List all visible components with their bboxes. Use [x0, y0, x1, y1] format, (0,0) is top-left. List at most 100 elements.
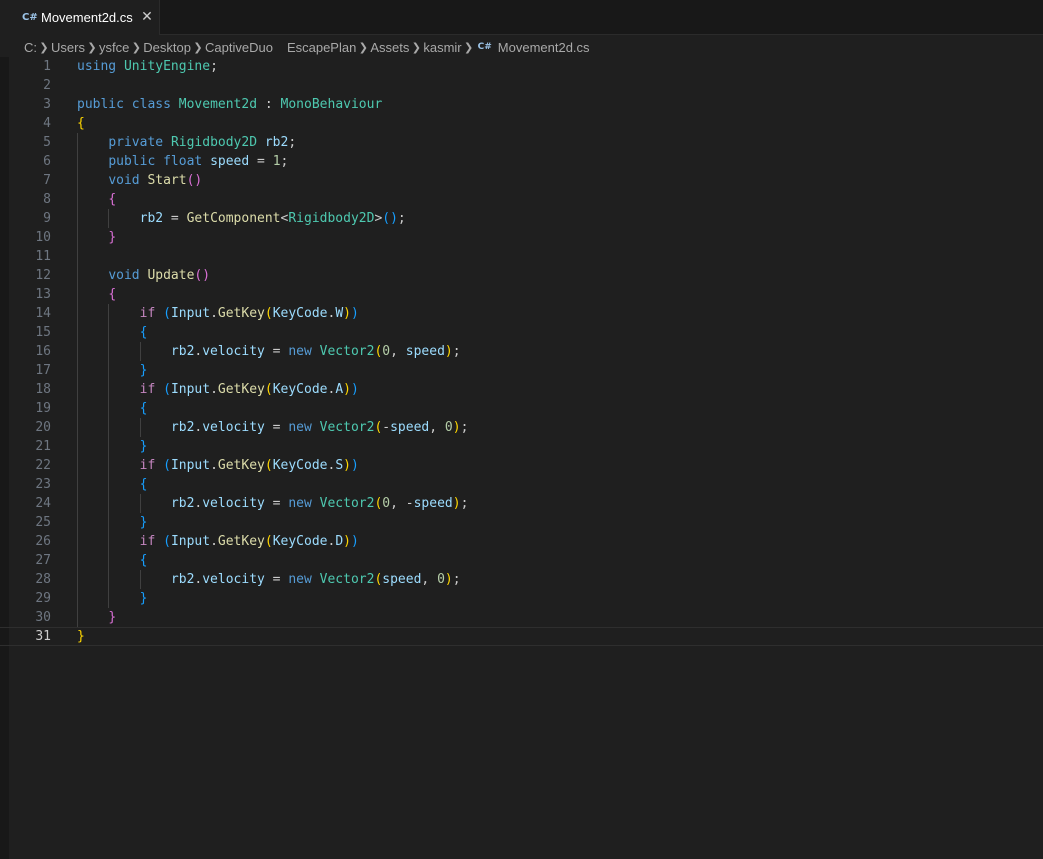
- code-line[interactable]: 11: [0, 247, 1043, 266]
- code-line[interactable]: 31}: [0, 627, 1043, 646]
- code-line[interactable]: 21 }: [0, 437, 1043, 456]
- code-line[interactable]: 19 {: [0, 399, 1043, 418]
- code-line[interactable]: 2: [0, 76, 1043, 95]
- code-line[interactable]: 7 void Start(): [0, 171, 1043, 190]
- code-text: public float speed = 1;: [108, 154, 289, 169]
- line-number: 15: [35, 325, 51, 340]
- code-line[interactable]: 20 rb2.velocity = new Vector2(-speed, 0)…: [0, 418, 1043, 437]
- code-text: }: [77, 629, 85, 644]
- line-number: 18: [35, 382, 51, 397]
- code-line[interactable]: 30 }: [0, 608, 1043, 627]
- code-line[interactable]: 5 private Rigidbody2D rb2;: [0, 133, 1043, 152]
- code-line[interactable]: 16 rb2.velocity = new Vector2(0, speed);: [0, 342, 1043, 361]
- code-line[interactable]: 10 }: [0, 228, 1043, 247]
- code-line[interactable]: 23 {: [0, 475, 1043, 494]
- line-number: 25: [35, 515, 51, 530]
- code-text: if (Input.GetKey(KeyCode.A)): [139, 382, 359, 397]
- code-text: {: [139, 325, 148, 340]
- code-text: }: [139, 591, 148, 606]
- code-line[interactable]: 26 if (Input.GetKey(KeyCode.D)): [0, 532, 1043, 551]
- line-number: 31: [35, 629, 51, 644]
- breadcrumb-file[interactable]: Movement2d.cs: [498, 40, 590, 55]
- code-text: if (Input.GetKey(KeyCode.S)): [139, 458, 359, 473]
- code-text: void Update(): [108, 268, 211, 283]
- line-number: 3: [43, 97, 51, 112]
- line-number: 22: [35, 458, 51, 473]
- code-line[interactable]: 8 {: [0, 190, 1043, 209]
- code-line[interactable]: 3 public class Movement2d : MonoBehaviour: [0, 95, 1043, 114]
- line-number: 23: [35, 477, 51, 492]
- line-number: 24: [35, 496, 51, 511]
- line-number: 16: [35, 344, 51, 359]
- code-text: {: [108, 287, 117, 302]
- breadcrumb-item[interactable]: Users: [51, 40, 85, 55]
- code-text: }: [108, 610, 117, 625]
- chevron-right-icon: ❯: [131, 40, 141, 54]
- code-line[interactable]: 24 rb2.velocity = new Vector2(0, -speed)…: [0, 494, 1043, 513]
- line-number: 27: [35, 553, 51, 568]
- code-text: rb2.velocity = new Vector2(0, speed);: [170, 344, 461, 359]
- line-number: 10: [35, 230, 51, 245]
- line-number: 28: [35, 572, 51, 587]
- chevron-right-icon: ❯: [464, 40, 474, 54]
- breadcrumb-item[interactable]: CaptiveDuo: [205, 40, 273, 55]
- code-text: rb2.velocity = new Vector2(speed, 0);: [170, 572, 461, 587]
- chevron-right-icon: ❯: [358, 40, 368, 54]
- line-number: 9: [43, 211, 51, 226]
- line-number: 12: [35, 268, 51, 283]
- code-line[interactable]: 12 void Update(): [0, 266, 1043, 285]
- code-text: }: [108, 230, 117, 245]
- code-text: void Start(): [108, 173, 203, 188]
- code-text: {: [139, 401, 148, 416]
- breadcrumb-item[interactable]: ysfce: [99, 40, 129, 55]
- code-line[interactable]: 25 }: [0, 513, 1043, 532]
- breadcrumb-item[interactable]: Assets: [370, 40, 409, 55]
- code-text: {: [77, 116, 85, 131]
- line-number: 11: [35, 249, 51, 264]
- code-line[interactable]: 14 if (Input.GetKey(KeyCode.W)): [0, 304, 1043, 323]
- close-icon[interactable]: ✕: [139, 7, 155, 27]
- line-number: 6: [43, 154, 51, 169]
- code-line[interactable]: 28 rb2.velocity = new Vector2(speed, 0);: [0, 570, 1043, 589]
- code-line[interactable]: 27 {: [0, 551, 1043, 570]
- breadcrumb-item[interactable]: C:: [24, 40, 37, 55]
- code-line[interactable]: 18 if (Input.GetKey(KeyCode.A)): [0, 380, 1043, 399]
- line-number: 14: [35, 306, 51, 321]
- code-line[interactable]: 13 {: [0, 285, 1043, 304]
- chevron-right-icon: ❯: [411, 40, 421, 54]
- code-text: if (Input.GetKey(KeyCode.W)): [139, 306, 359, 321]
- chevron-right-icon: ❯: [39, 40, 49, 54]
- code-text: {: [139, 553, 148, 568]
- breadcrumb-item[interactable]: kasmir: [423, 40, 461, 55]
- line-number: 1: [43, 59, 51, 74]
- code-line[interactable]: 9 rb2 = GetComponent<Rigidbody2D>();: [0, 209, 1043, 228]
- line-number: 19: [35, 401, 51, 416]
- line-number: 7: [43, 173, 51, 188]
- code-line[interactable]: 22 if (Input.GetKey(KeyCode.S)): [0, 456, 1043, 475]
- line-number: 26: [35, 534, 51, 549]
- tab-movement2d[interactable]: C# Movement2d.cs ✕: [0, 0, 160, 35]
- code-line[interactable]: 29 }: [0, 589, 1043, 608]
- breadcrumb-item[interactable]: EscapePlan: [287, 40, 356, 55]
- tab-label: Movement2d.cs: [41, 10, 133, 25]
- code-line[interactable]: 6 public float speed = 1;: [0, 152, 1043, 171]
- code-text: public class Movement2d : MonoBehaviour: [77, 97, 383, 112]
- code-text: rb2.velocity = new Vector2(0, -speed);: [170, 496, 469, 511]
- code-editor[interactable]: 1 using UnityEngine; 2 3 public class Moveme…: [0, 57, 1043, 859]
- line-number: 29: [35, 591, 51, 606]
- code-line[interactable]: 4{: [0, 114, 1043, 133]
- breadcrumb: C: ❯ Users ❯ ysfce ❯ Desktop ❯ CaptiveDu…: [24, 37, 590, 57]
- line-number: 30: [35, 610, 51, 625]
- csharp-file-icon: C#: [477, 42, 492, 52]
- code-line[interactable]: 15 {: [0, 323, 1043, 342]
- code-line[interactable]: 17 }: [0, 361, 1043, 380]
- code-line[interactable]: 1 using UnityEngine;: [0, 57, 1043, 76]
- code-text: if (Input.GetKey(KeyCode.D)): [139, 534, 359, 549]
- code-text: rb2 = GetComponent<Rigidbody2D>();: [139, 211, 406, 226]
- code-text: }: [139, 515, 148, 530]
- code-text: private Rigidbody2D rb2;: [108, 135, 297, 150]
- code-text: }: [139, 363, 148, 378]
- line-number: 17: [35, 363, 51, 378]
- breadcrumb-item[interactable]: Desktop: [143, 40, 191, 55]
- line-number: 13: [35, 287, 51, 302]
